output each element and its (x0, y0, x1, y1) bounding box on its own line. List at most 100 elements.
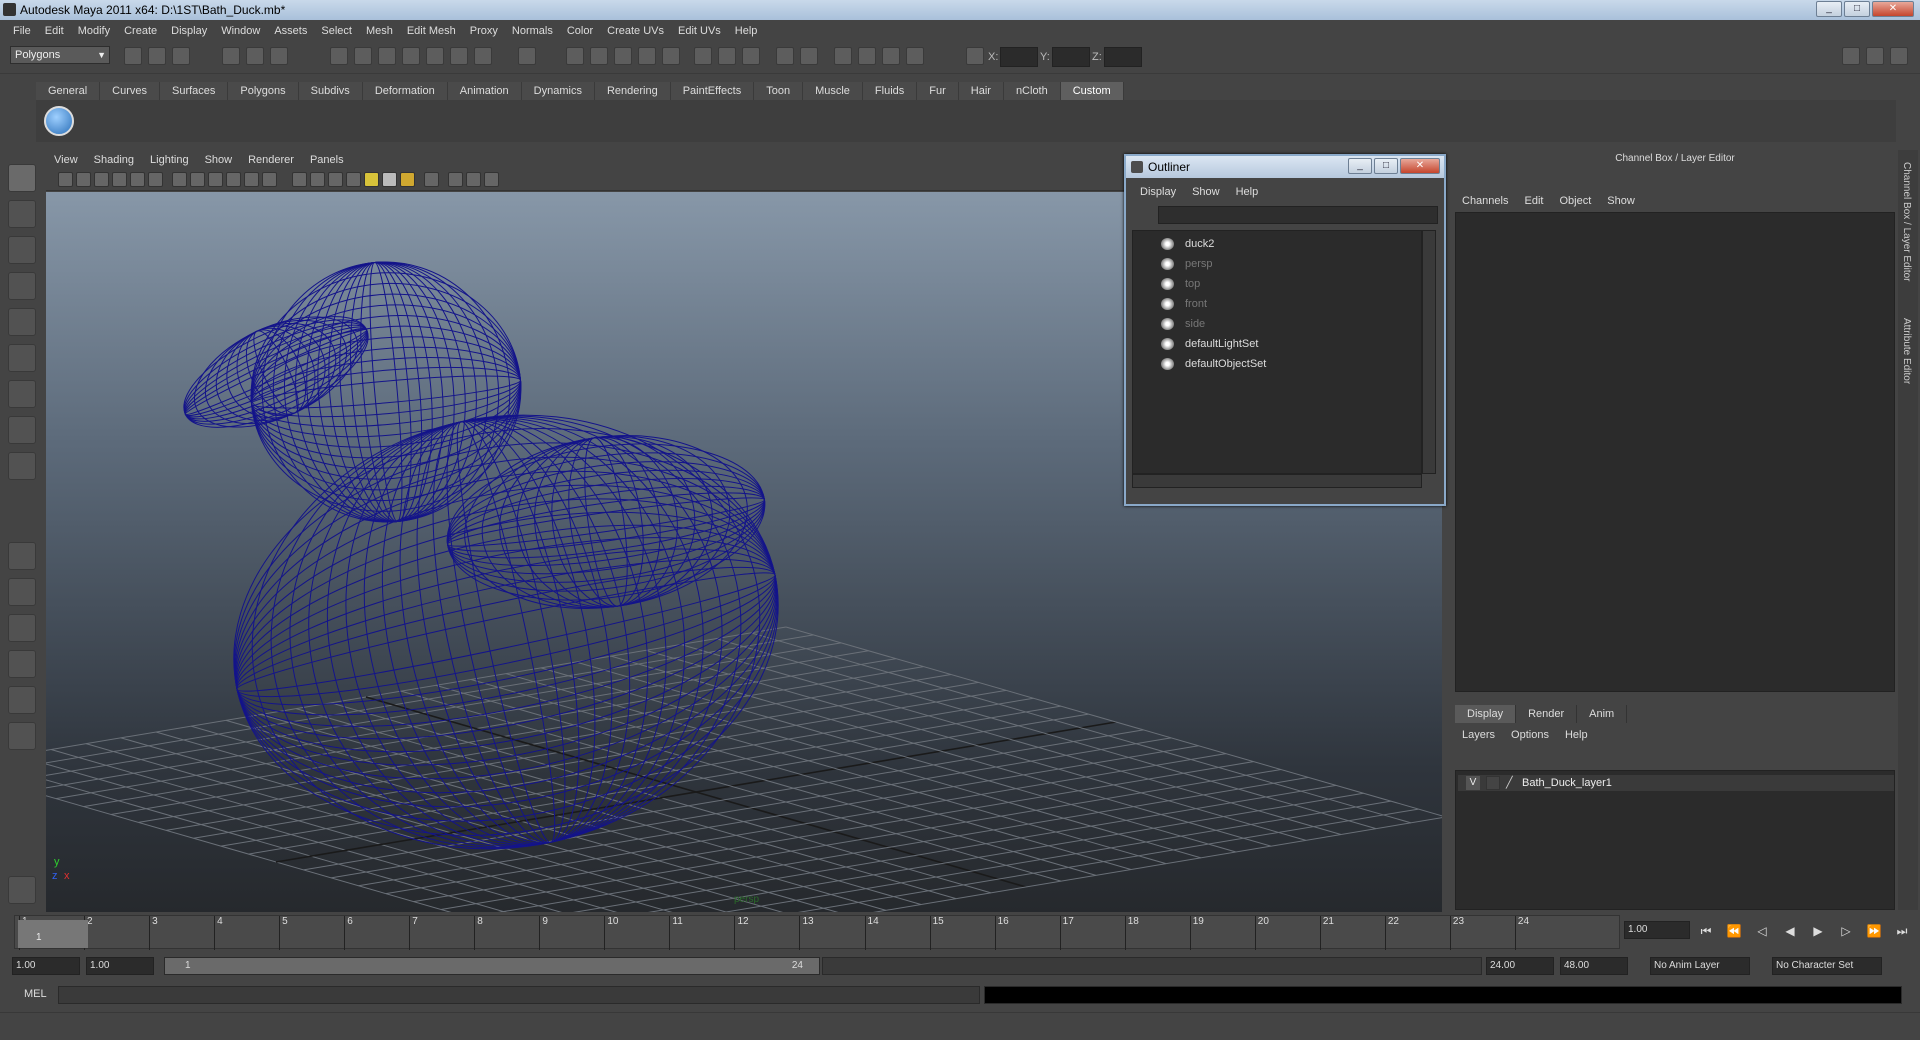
outliner-item-persp[interactable]: persp (1161, 255, 1213, 273)
outliner-menu-help[interactable]: Help (1228, 184, 1267, 200)
bounding-box-icon[interactable] (484, 172, 499, 187)
film-gate-icon[interactable] (130, 172, 145, 187)
camera-select-icon[interactable] (58, 172, 73, 187)
panel-menu-lighting[interactable]: Lighting (142, 151, 197, 169)
outliner-minimize-button[interactable]: _ (1348, 158, 1372, 174)
render-frame-icon[interactable] (590, 47, 608, 65)
history-icon[interactable] (450, 47, 468, 65)
outliner-item-duck2[interactable]: duck2 (1161, 235, 1214, 253)
image-plane-icon[interactable] (112, 172, 127, 187)
rotate-tool-icon[interactable] (8, 308, 36, 336)
panel-menu-panels[interactable]: Panels (302, 151, 352, 169)
script-icon[interactable] (742, 47, 760, 65)
tool-settings-icon[interactable] (800, 47, 818, 65)
shelf-tab-general[interactable]: General (36, 82, 101, 100)
menu-create-uvs[interactable]: Create UVs (600, 25, 671, 37)
shelf-tab-fluids[interactable]: Fluids (862, 82, 918, 100)
snap-grid-icon[interactable] (330, 47, 348, 65)
shelf-tab-custom[interactable]: Custom (1060, 82, 1124, 100)
shelf-tab-toon[interactable]: Toon (754, 82, 804, 100)
all-lights-icon[interactable] (382, 172, 397, 187)
layout-dope-icon[interactable] (8, 722, 36, 750)
smooth-shade-icon[interactable] (208, 172, 223, 187)
render-region-icon[interactable] (834, 47, 852, 65)
grid-icon[interactable] (172, 172, 187, 187)
xray-components-icon[interactable] (466, 172, 481, 187)
maximize-button[interactable]: □ (1844, 1, 1870, 17)
y-field[interactable] (1052, 47, 1090, 67)
end-time-field[interactable]: 48.00 (1560, 957, 1628, 975)
menu-proxy[interactable]: Proxy (463, 25, 505, 37)
scale-tool-icon[interactable] (8, 344, 36, 372)
layer-menu-layers[interactable]: Layers (1454, 727, 1503, 743)
start-time-field[interactable]: 1.00 (12, 957, 80, 975)
render-layers-icon[interactable] (906, 47, 924, 65)
menu-edit[interactable]: Edit (38, 25, 71, 37)
shadows-icon[interactable] (400, 172, 415, 187)
shelf-tab-curves[interactable]: Curves (100, 82, 160, 100)
render-globals-icon[interactable] (858, 47, 876, 65)
ipr-render-icon[interactable] (614, 47, 632, 65)
z-field[interactable] (1104, 47, 1142, 67)
hypershade-icon[interactable] (662, 47, 680, 65)
menu-edit-mesh[interactable]: Edit Mesh (400, 25, 463, 37)
menu-modify[interactable]: Modify (71, 25, 117, 37)
toggle-attr-editor-icon[interactable] (1842, 47, 1860, 65)
step-forward-frame-icon[interactable]: ▷ (1836, 921, 1856, 941)
outliner-item-side[interactable]: side (1161, 315, 1205, 333)
shelf-tab-ncloth[interactable]: nCloth (1003, 82, 1061, 100)
xray-icon[interactable] (244, 172, 259, 187)
shelf-tab-painteffects[interactable]: PaintEffects (670, 82, 755, 100)
rename-icon[interactable] (718, 47, 736, 65)
menu-color[interactable]: Color (560, 25, 600, 37)
open-scene-icon[interactable] (148, 47, 166, 65)
outliner-menu-display[interactable]: Display (1132, 184, 1184, 200)
shelf-tab-animation[interactable]: Animation (447, 82, 522, 100)
layer-color-swatch[interactable]: ╱ (1506, 775, 1513, 791)
outliner-item-defaultobjectset[interactable]: defaultObjectSet (1161, 355, 1266, 373)
channel-menu-channels[interactable]: Channels (1454, 193, 1516, 209)
menu-set-dropdown[interactable]: Polygons ▼ (10, 46, 110, 64)
move-tool-icon[interactable] (8, 272, 36, 300)
toggle-tool-settings-icon[interactable] (1866, 47, 1884, 65)
resolution-gate-icon[interactable] (148, 172, 163, 187)
shelf-tab-hair[interactable]: Hair (958, 82, 1004, 100)
toggle-channel-box-icon[interactable] (1890, 47, 1908, 65)
close-button[interactable]: ✕ (1872, 1, 1914, 17)
layout-graph-icon[interactable] (8, 650, 36, 678)
render-batch-icon[interactable] (882, 47, 900, 65)
channel-menu-edit[interactable]: Edit (1516, 193, 1551, 209)
show-attr-icon[interactable] (776, 47, 794, 65)
textured-cube-icon[interactable] (328, 172, 343, 187)
shelf-tab-deformation[interactable]: Deformation (362, 82, 448, 100)
texture-icon[interactable] (262, 172, 277, 187)
outliner-titlebar[interactable]: Outliner _ □ ✕ (1126, 156, 1444, 178)
select-by-component-icon[interactable] (270, 47, 288, 65)
command-input[interactable] (58, 986, 980, 1004)
layer-tab-anim[interactable]: Anim (1577, 705, 1628, 723)
layer-menu-options[interactable]: Options (1503, 727, 1557, 743)
current-time-field[interactable]: 1.00 (1624, 921, 1690, 939)
minimize-button[interactable]: _ (1816, 1, 1842, 17)
layer-tab-render[interactable]: Render (1516, 705, 1578, 723)
transform-field-mode-icon[interactable] (966, 47, 984, 65)
shelf-tab-fur[interactable]: Fur (917, 82, 959, 100)
anim-start-field[interactable]: 1.00 (86, 957, 154, 975)
new-scene-icon[interactable] (124, 47, 142, 65)
time-slider[interactable]: 123456789101112131415161718192021222324 (14, 915, 1620, 950)
select-by-object-icon[interactable] (246, 47, 264, 65)
panel-menu-shading[interactable]: Shading (86, 151, 142, 169)
x-field[interactable] (1000, 47, 1038, 67)
goto-start-icon[interactable]: ⏮ (1696, 921, 1716, 941)
layer-menu-help[interactable]: Help (1557, 727, 1596, 743)
channel-menu-show[interactable]: Show (1599, 193, 1643, 209)
hand-tool-icon[interactable] (8, 876, 36, 904)
menu-select[interactable]: Select (314, 25, 359, 37)
default-light-icon[interactable] (364, 172, 379, 187)
snap-point-icon[interactable] (378, 47, 396, 65)
character-set-dropdown[interactable]: No Character Set (1772, 957, 1882, 975)
outliner-vertical-scrollbar[interactable] (1422, 230, 1436, 474)
render-settings-icon[interactable] (638, 47, 656, 65)
step-back-key-icon[interactable]: ⏪ (1724, 921, 1744, 941)
menu-create[interactable]: Create (117, 25, 164, 37)
